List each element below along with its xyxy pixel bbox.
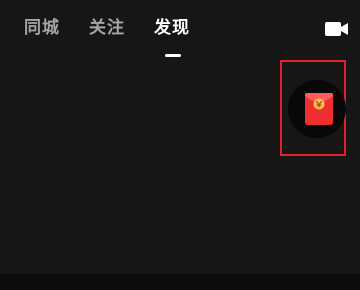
red-packet-bubble[interactable]: [288, 80, 346, 138]
discover-screen: 同城 关注 发现: [0, 0, 360, 290]
red-packet-icon[interactable]: [304, 92, 334, 126]
active-tab-indicator: [165, 54, 181, 57]
tab-same-city[interactable]: 同城: [24, 14, 60, 42]
tab-following[interactable]: 关注: [89, 14, 125, 42]
tab-discover[interactable]: 发现: [154, 14, 190, 42]
red-packet-button[interactable]: [280, 60, 346, 156]
video-camera-icon[interactable]: [322, 20, 350, 38]
bottom-edge-bar: [0, 274, 360, 290]
top-tab-bar: 同城 关注 发现: [0, 14, 360, 57]
